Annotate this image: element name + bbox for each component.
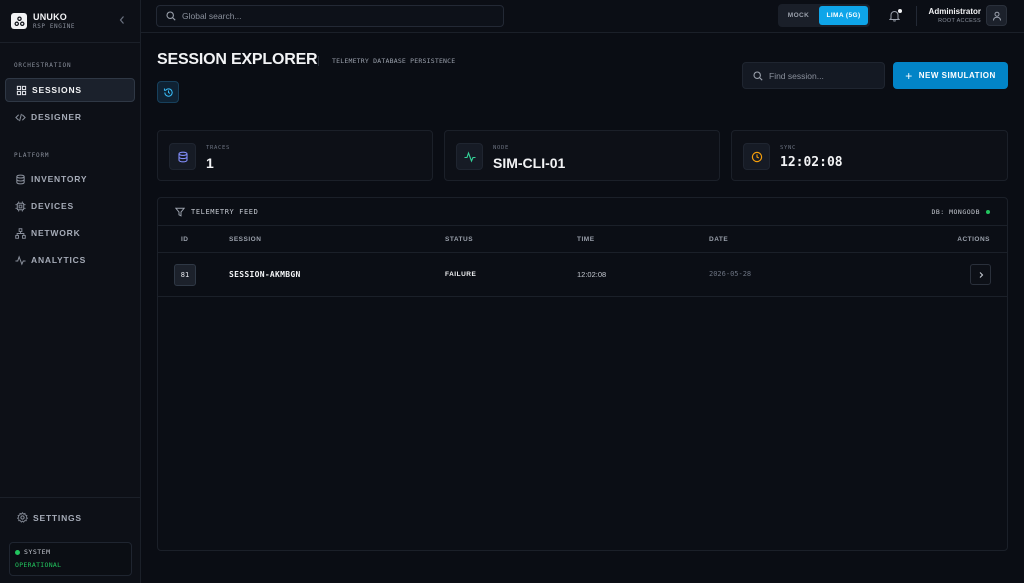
topbar: MOCK LIMA (5G) Administrator ROOT ACCESS bbox=[141, 0, 1024, 33]
sidebar-item-label: INVENTORY bbox=[31, 174, 88, 184]
env-mock-button[interactable]: MOCK bbox=[780, 6, 817, 25]
column-header-id: ID bbox=[181, 236, 189, 243]
system-status-box: SYSTEM OPERATIONAL bbox=[9, 542, 132, 576]
stat-card-sync: SYNC 12:02:08 bbox=[731, 130, 1008, 181]
sidebar-item-label: NETWORK bbox=[31, 228, 81, 238]
notification-dot bbox=[898, 9, 902, 13]
section-label-platform: PLATFORM bbox=[14, 152, 50, 159]
plus-icon: + bbox=[905, 68, 913, 83]
avatar[interactable] bbox=[986, 5, 1007, 26]
topbar-divider bbox=[916, 6, 917, 26]
db-label: DB: MONGODB bbox=[931, 208, 980, 216]
row-date: 2026-05-28 bbox=[709, 270, 752, 278]
row-session: SESSION-AKMBGN bbox=[229, 270, 301, 279]
row-time: 12:02:08 bbox=[577, 270, 607, 279]
brand-name: UNUKO bbox=[33, 11, 67, 22]
sidebar: UNUKO RSP ENGINE ORCHESTRATION SESSIONS … bbox=[0, 0, 141, 583]
stat-label: SYNC bbox=[780, 145, 797, 151]
stat-value: SIM-CLI-01 bbox=[493, 155, 566, 171]
sidebar-item-analytics[interactable]: ANALYTICS bbox=[5, 248, 135, 272]
network-icon bbox=[15, 227, 26, 239]
history-icon bbox=[163, 87, 173, 97]
column-header-time: TIME bbox=[577, 236, 595, 243]
sidebar-item-settings[interactable]: SETTINGS bbox=[17, 512, 82, 523]
panel-title: TELEMETRY FEED bbox=[191, 207, 259, 216]
user-info[interactable]: Administrator ROOT ACCESS bbox=[929, 7, 981, 24]
page-subtitle: TELEMETRY DATABASE PERSISTENCE bbox=[332, 57, 456, 65]
history-button[interactable] bbox=[157, 81, 179, 103]
brand: UNUKO RSP ENGINE bbox=[0, 0, 140, 43]
clock-icon bbox=[743, 143, 770, 170]
code-icon bbox=[15, 112, 26, 123]
sidebar-divider bbox=[0, 497, 141, 498]
telemetry-feed-panel: TELEMETRY FEED DB: MONGODB ID SESSION ST… bbox=[157, 197, 1008, 551]
row-id-badge: 81 bbox=[174, 264, 196, 286]
table-row[interactable]: 81 SESSION-AKMBGN FAILURE 12:02:08 2026-… bbox=[158, 253, 1007, 297]
find-session-input[interactable] bbox=[769, 70, 879, 81]
new-simulation-label: NEW SIMULATION bbox=[918, 71, 996, 80]
grid-icon bbox=[16, 85, 27, 96]
filter-icon[interactable] bbox=[175, 207, 185, 217]
search-icon bbox=[166, 11, 176, 21]
database-icon bbox=[169, 143, 196, 170]
activity-icon bbox=[456, 143, 483, 170]
panel-header: TELEMETRY FEED DB: MONGODB bbox=[158, 198, 1007, 226]
column-header-date: DATE bbox=[709, 236, 729, 243]
row-open-button[interactable] bbox=[970, 264, 991, 285]
environment-toggle: MOCK LIMA (5G) bbox=[778, 4, 870, 27]
row-status: FAILURE bbox=[445, 271, 477, 278]
stat-value: 12:02:08 bbox=[780, 155, 843, 170]
brand-subtitle: RSP ENGINE bbox=[33, 22, 76, 30]
user-icon bbox=[992, 11, 1001, 21]
sidebar-item-label: DESIGNER bbox=[31, 112, 82, 122]
stat-card-traces: TRACES 1 bbox=[157, 130, 433, 181]
status-dot-icon bbox=[15, 549, 20, 555]
sidebar-item-designer[interactable]: DESIGNER bbox=[5, 105, 135, 129]
search-icon bbox=[753, 70, 763, 81]
env-lima-button[interactable]: LIMA (5G) bbox=[819, 6, 868, 25]
system-label: SYSTEM bbox=[24, 548, 51, 556]
activity-icon bbox=[15, 254, 26, 266]
sidebar-item-label: DEVICES bbox=[31, 201, 74, 211]
sidebar-item-inventory[interactable]: INVENTORY bbox=[5, 167, 135, 191]
page-title: SESSION EXPLORER bbox=[157, 51, 318, 68]
sidebar-item-network[interactable]: NETWORK bbox=[5, 221, 135, 245]
sidebar-item-label: SESSIONS bbox=[32, 85, 82, 95]
column-header-status: STATUS bbox=[445, 236, 474, 243]
gear-icon bbox=[17, 512, 28, 523]
chevron-right-icon bbox=[979, 271, 983, 278]
collapse-sidebar-icon[interactable] bbox=[118, 15, 126, 25]
stat-label: TRACES bbox=[206, 145, 231, 151]
global-search-input[interactable] bbox=[182, 11, 482, 21]
logo-icon bbox=[11, 13, 27, 29]
section-label-orchestration: ORCHESTRATION bbox=[14, 62, 72, 69]
settings-label: SETTINGS bbox=[33, 512, 82, 523]
chip-icon bbox=[15, 200, 26, 212]
stat-label: NODE bbox=[493, 145, 510, 151]
sidebar-item-label: ANALYTICS bbox=[31, 255, 87, 265]
sidebar-item-devices[interactable]: DEVICES bbox=[5, 194, 135, 218]
column-header-session: SESSION bbox=[229, 236, 262, 243]
stat-card-node: NODE SIM-CLI-01 bbox=[444, 130, 720, 181]
user-role: ROOT ACCESS bbox=[938, 18, 981, 24]
sidebar-item-sessions[interactable]: SESSIONS bbox=[5, 78, 135, 102]
user-name: Administrator bbox=[928, 7, 981, 16]
column-header-actions: ACTIONS bbox=[957, 236, 990, 243]
table-header: ID SESSION STATUS TIME DATE ACTIONS bbox=[158, 226, 1007, 253]
new-simulation-button[interactable]: + NEW SIMULATION bbox=[893, 62, 1008, 89]
title-divider bbox=[318, 56, 319, 66]
system-status: OPERATIONAL bbox=[15, 561, 62, 569]
stat-value: 1 bbox=[206, 155, 214, 171]
database-icon bbox=[15, 174, 26, 185]
db-indicator: DB: MONGODB bbox=[931, 208, 990, 216]
status-dot-icon bbox=[986, 210, 990, 214]
global-search[interactable] bbox=[156, 5, 504, 27]
find-session-search[interactable] bbox=[742, 62, 885, 89]
